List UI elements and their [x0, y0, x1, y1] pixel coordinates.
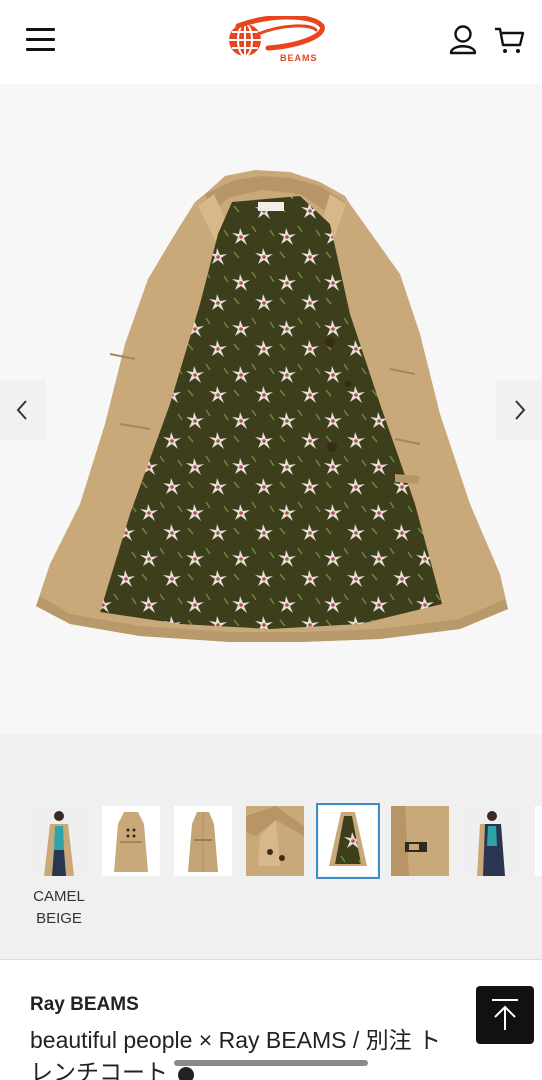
thumbnail-3[interactable]	[174, 806, 232, 876]
hamburger-menu-icon[interactable]	[26, 28, 56, 52]
product-main-image[interactable]	[0, 84, 542, 734]
thumbnail-2[interactable]	[102, 806, 160, 876]
shopping-cart-icon[interactable]	[493, 24, 525, 56]
thumbnail-7[interactable]	[463, 806, 521, 876]
thumbnail-4[interactable]	[246, 806, 304, 876]
color-label-line1: CAMEL	[33, 888, 85, 905]
thumbnail-6[interactable]	[391, 806, 449, 876]
product-title: beautiful people × Ray BEAMS / 別注 ト	[30, 1027, 442, 1053]
product-info: Ray BEAMS beautiful people × Ray BEAMS /…	[0, 960, 542, 1080]
arrow-up-icon	[492, 999, 518, 1030]
thumbnail-1[interactable]	[30, 806, 88, 876]
color-label-line2: BEIGE	[36, 910, 82, 927]
scroll-indicator	[174, 1060, 368, 1066]
trench-coat-image	[36, 170, 508, 642]
chevron-right-icon	[515, 400, 526, 420]
color-swatch-dot[interactable]	[178, 1067, 194, 1080]
thumbnail-strip: CAMEL BEIGE	[0, 734, 542, 960]
back-to-top-button[interactable]	[476, 986, 534, 1044]
carousel-prev-button[interactable]	[0, 380, 46, 440]
thumbnail-8[interactable]	[535, 806, 542, 876]
carousel-next-button[interactable]	[496, 380, 542, 440]
site-header: BEAMS	[0, 0, 542, 84]
user-account-icon[interactable]	[448, 24, 478, 56]
logo-text: BEAMS	[280, 53, 318, 63]
thumbnail-5-active[interactable]	[316, 803, 380, 879]
product-title-line2: レンチコート	[30, 1059, 168, 1080]
chevron-left-icon	[16, 400, 27, 420]
color-label: CAMEL BEIGE	[14, 886, 104, 930]
brand-name[interactable]: Ray BEAMS	[30, 994, 139, 1016]
beams-logo[interactable]: BEAMS	[218, 16, 326, 66]
